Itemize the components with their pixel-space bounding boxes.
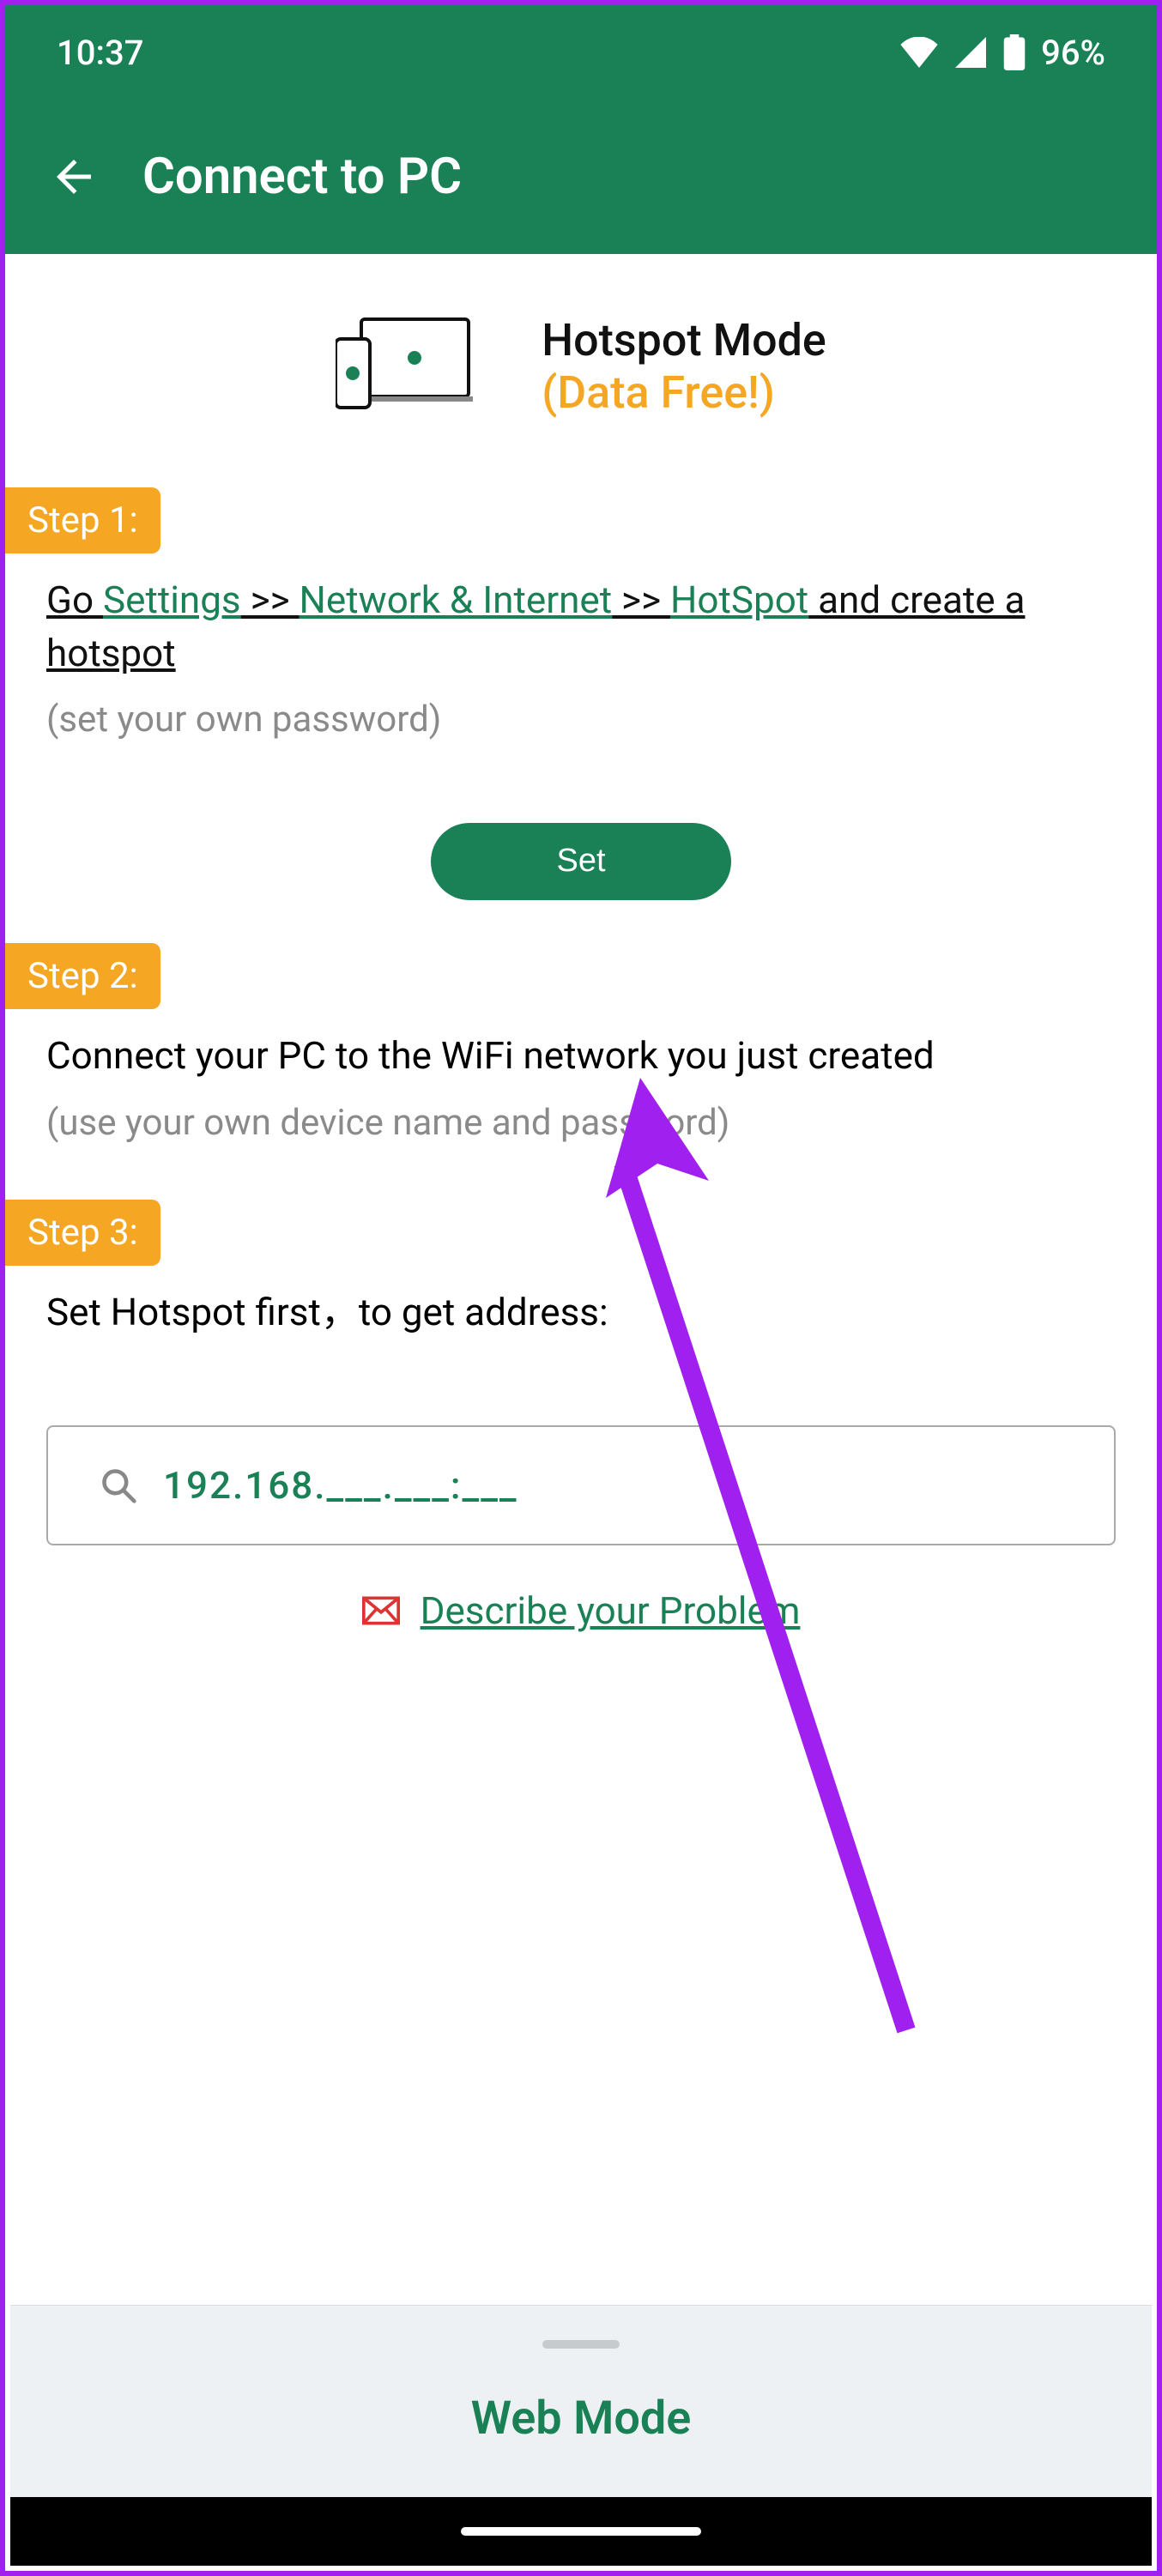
set-button[interactable]: Set — [431, 823, 731, 900]
mode-subtitle: (Data Free!) — [542, 366, 826, 419]
search-icon — [100, 1466, 137, 1504]
step2-badge: Step 2: — [5, 943, 160, 1009]
step3-badge: Step 3: — [5, 1200, 160, 1266]
step2-text: Connect your PC to the WiFi network you … — [46, 1030, 1116, 1083]
mode-header: Hotspot Mode (Data Free!) — [46, 254, 1116, 487]
page-title: Connect to PC — [142, 148, 462, 206]
network-link[interactable]: Network & Internet — [300, 577, 613, 622]
devices-icon — [336, 315, 473, 418]
settings-link[interactable]: Settings — [103, 577, 241, 622]
battery-icon — [1003, 34, 1026, 70]
ip-value: 192.168.___.___:___ — [163, 1463, 518, 1508]
nav-bar — [10, 2497, 1152, 2566]
step1-hint: (set your own password) — [46, 695, 1116, 746]
step1-badge: Step 1: — [5, 487, 160, 553]
status-time: 10:37 — [57, 33, 143, 73]
step3-text: Set Hotspot first，to get address: — [46, 1286, 1116, 1339]
step2-hint: (use your own device name and password) — [46, 1098, 1116, 1149]
step1-instruction[interactable]: Go Settings >> Network & Internet >> Hot… — [46, 577, 1025, 675]
sheet-handle-icon[interactable] — [542, 2340, 620, 2349]
web-mode-button[interactable]: Web Mode — [10, 2392, 1152, 2446]
back-icon[interactable] — [48, 151, 100, 203]
status-bar: 10:37 96% — [5, 5, 1157, 100]
hotspot-link[interactable]: HotSpot — [670, 577, 808, 622]
mail-icon — [362, 1595, 400, 1626]
describe-problem-row: Describe your Problem — [46, 1588, 1116, 1633]
mode-title: Hotspot Mode — [542, 314, 826, 366]
bottom-sheet[interactable]: Web Mode — [10, 2305, 1152, 2497]
describe-problem-link[interactable]: Describe your Problem — [421, 1588, 801, 1633]
battery-percent: 96% — [1041, 33, 1105, 73]
app-bar: Connect to PC — [5, 100, 1157, 254]
gesture-pill-icon[interactable] — [461, 2527, 701, 2536]
wifi-icon — [900, 37, 938, 68]
ip-address-box[interactable]: 192.168.___.___:___ — [46, 1425, 1116, 1545]
annotation-arrow — [597, 1061, 958, 2039]
signal-icon — [953, 37, 988, 68]
